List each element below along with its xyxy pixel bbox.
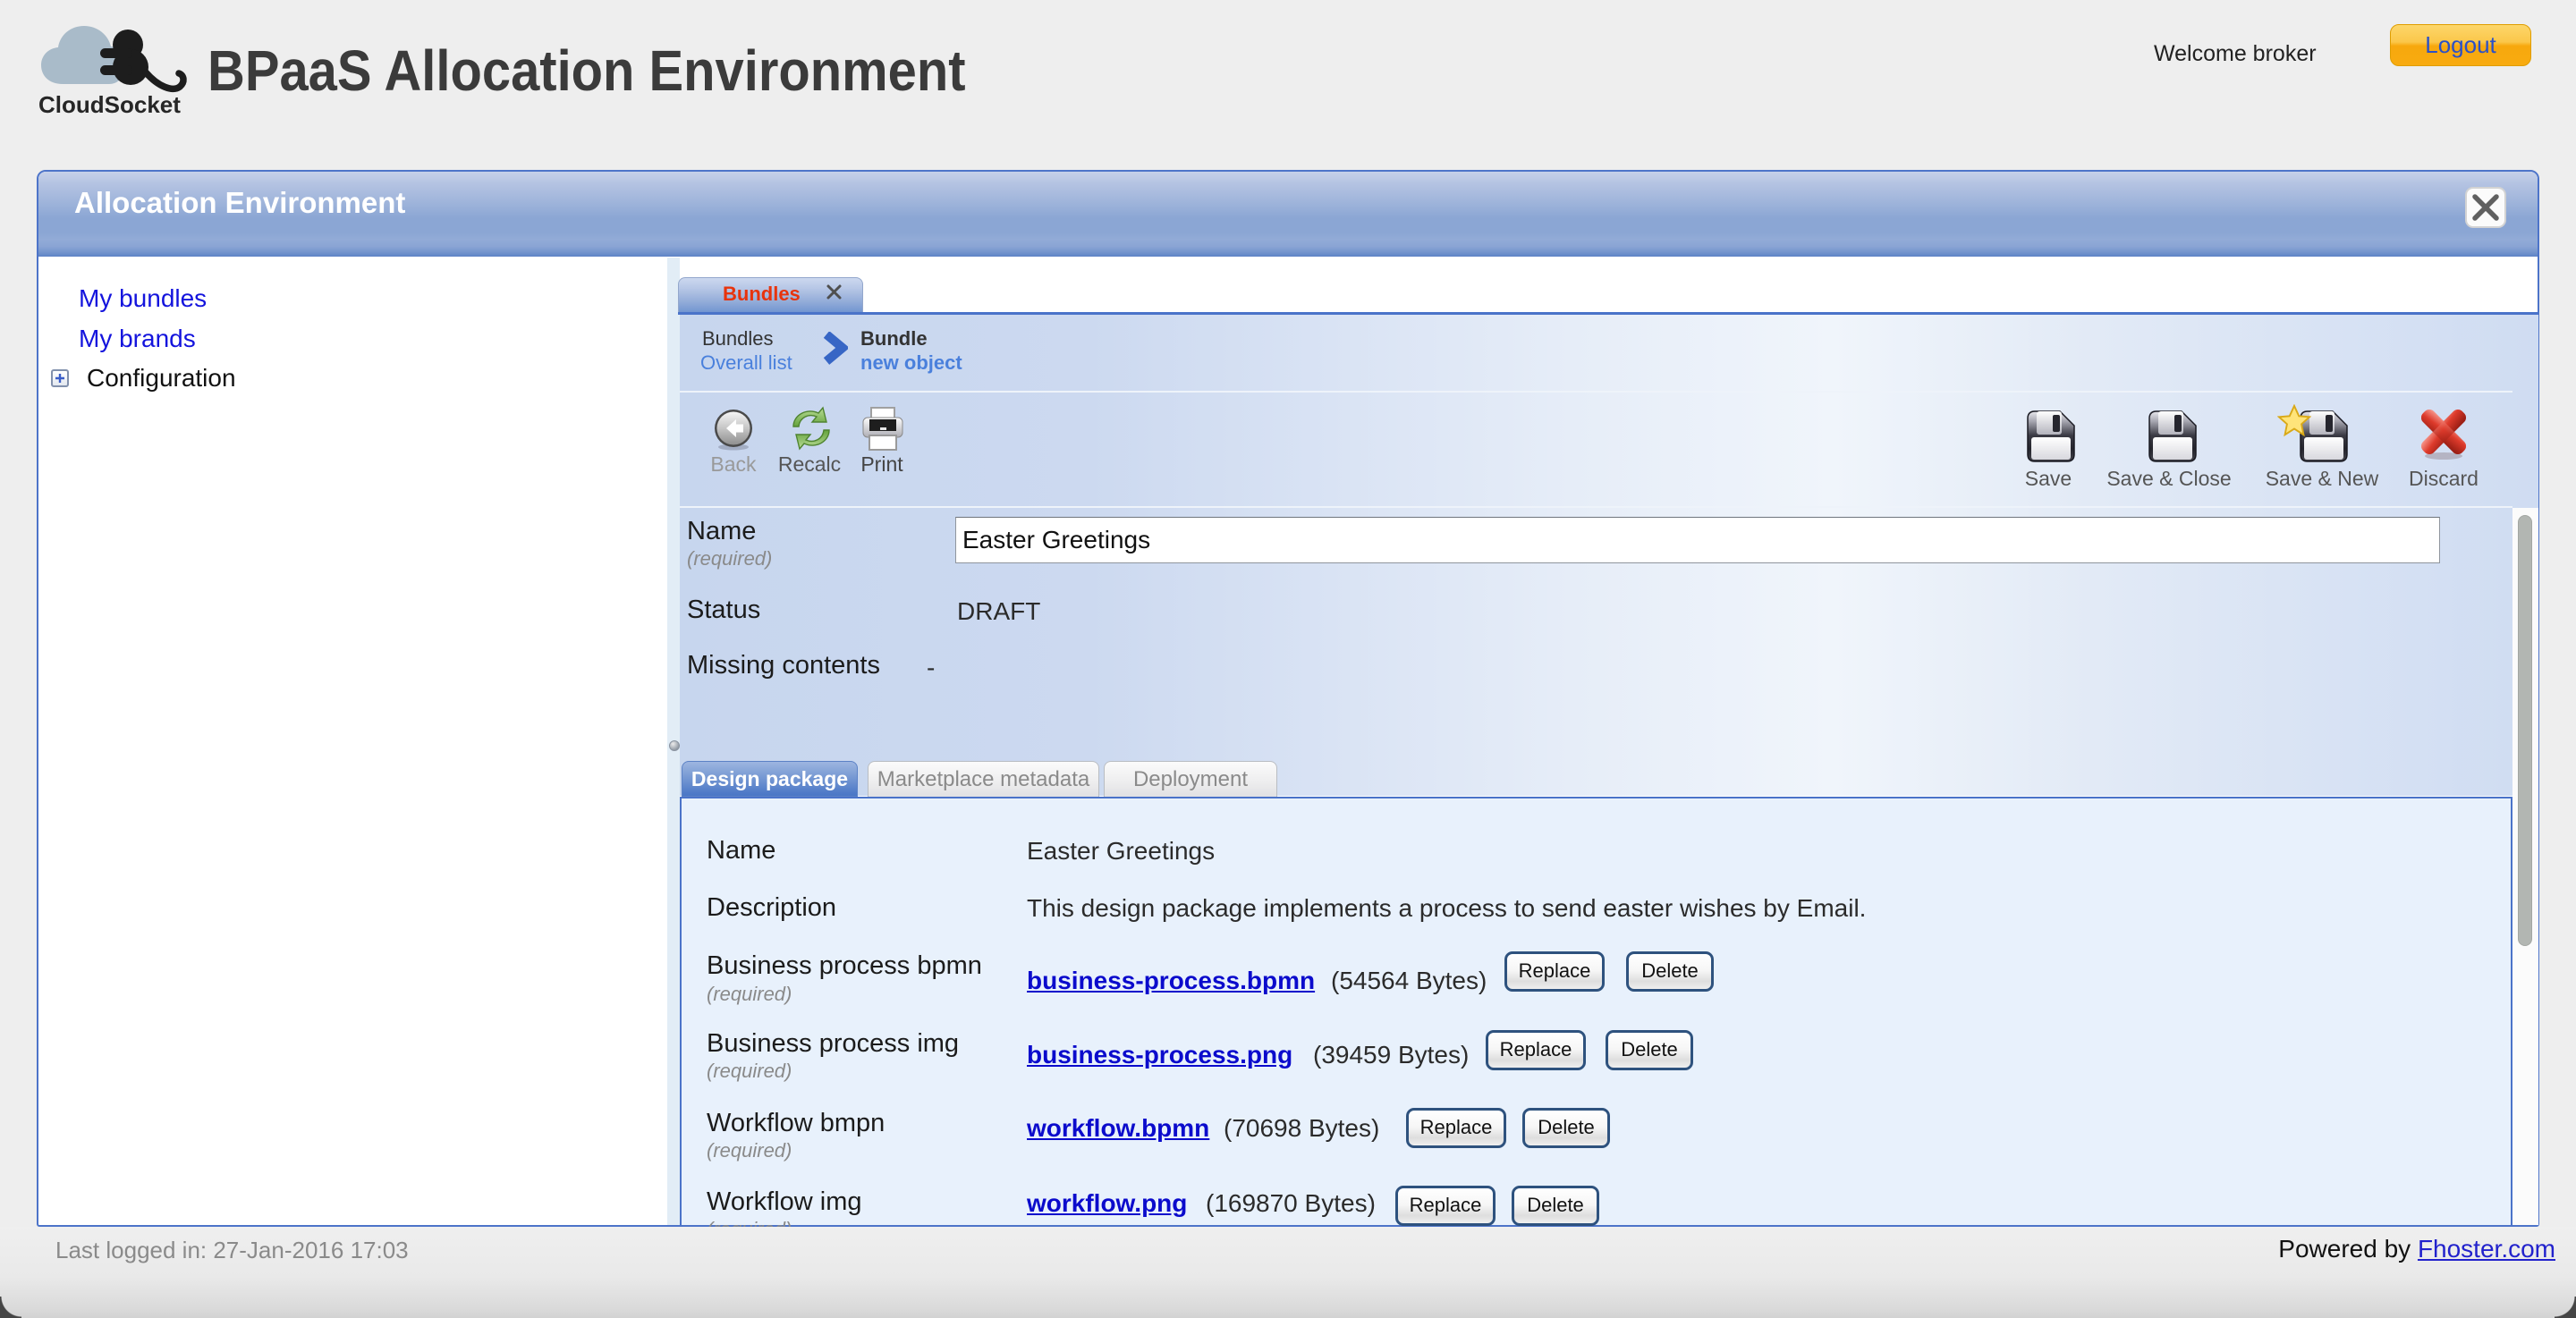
svg-text:CloudSocket: CloudSocket <box>38 91 181 118</box>
